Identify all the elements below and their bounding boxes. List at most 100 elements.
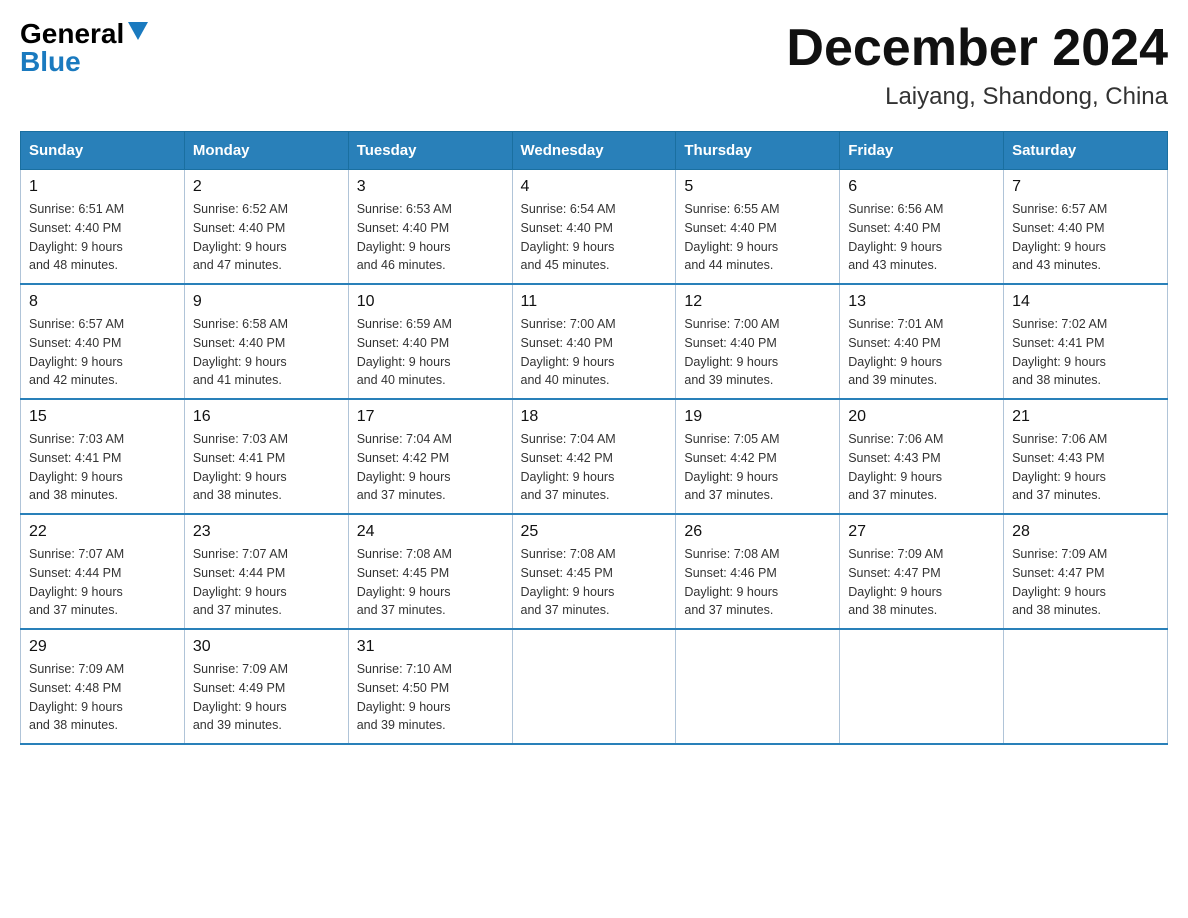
day-info: Sunrise: 6:56 AMSunset: 4:40 PMDaylight:… <box>848 200 995 275</box>
day-info: Sunrise: 6:59 AMSunset: 4:40 PMDaylight:… <box>357 315 504 390</box>
calendar-week-row: 8 Sunrise: 6:57 AMSunset: 4:40 PMDaylight… <box>21 284 1168 399</box>
calendar-cell: 5 Sunrise: 6:55 AMSunset: 4:40 PMDaylight… <box>676 170 840 285</box>
logo-blue-text: Blue <box>20 48 81 76</box>
page-header: General Blue December 2024 Laiyang, Shan… <box>20 20 1168 111</box>
day-number: 25 <box>521 523 668 541</box>
day-info: Sunrise: 7:07 AMSunset: 4:44 PMDaylight:… <box>193 545 340 620</box>
column-header-monday: Monday <box>184 132 348 170</box>
day-number: 2 <box>193 178 340 196</box>
column-header-tuesday: Tuesday <box>348 132 512 170</box>
day-number: 16 <box>193 408 340 426</box>
calendar-table: SundayMondayTuesdayWednesdayThursdayFrid… <box>20 131 1168 745</box>
day-number: 23 <box>193 523 340 541</box>
calendar-cell: 18 Sunrise: 7:04 AMSunset: 4:42 PMDayligh… <box>512 399 676 514</box>
day-number: 6 <box>848 178 995 196</box>
calendar-cell: 10 Sunrise: 6:59 AMSunset: 4:40 PMDayligh… <box>348 284 512 399</box>
calendar-cell: 6 Sunrise: 6:56 AMSunset: 4:40 PMDaylight… <box>840 170 1004 285</box>
calendar-cell: 26 Sunrise: 7:08 AMSunset: 4:46 PMDayligh… <box>676 514 840 629</box>
column-header-sunday: Sunday <box>21 132 185 170</box>
day-info: Sunrise: 7:09 AMSunset: 4:47 PMDaylight:… <box>1012 545 1159 620</box>
day-number: 27 <box>848 523 995 541</box>
calendar-cell: 19Sunrise: 7:05 AMSunset: 4:42 PMDayligh… <box>676 399 840 514</box>
calendar-cell: 24Sunrise: 7:08 AMSunset: 4:45 PMDayligh… <box>348 514 512 629</box>
day-info: Sunrise: 7:06 AMSunset: 4:43 PMDaylight:… <box>848 430 995 505</box>
logo-triangle-icon <box>128 22 148 40</box>
day-number: 4 <box>521 178 668 196</box>
calendar-cell: 27 Sunrise: 7:09 AMSunset: 4:47 PMDayligh… <box>840 514 1004 629</box>
calendar-cell: 3 Sunrise: 6:53 AMSunset: 4:40 PMDaylight… <box>348 170 512 285</box>
day-info: Sunrise: 6:53 AMSunset: 4:40 PMDaylight:… <box>357 200 504 275</box>
calendar-cell: 8 Sunrise: 6:57 AMSunset: 4:40 PMDaylight… <box>21 284 185 399</box>
day-info: Sunrise: 6:57 AMSunset: 4:40 PMDaylight:… <box>29 315 176 390</box>
day-info: Sunrise: 7:06 AMSunset: 4:43 PMDaylight:… <box>1012 430 1159 505</box>
day-number: 17 <box>357 408 504 426</box>
day-info: Sunrise: 6:52 AMSunset: 4:40 PMDaylight:… <box>193 200 340 275</box>
calendar-cell: 9Sunrise: 6:58 AMSunset: 4:40 PMDaylight… <box>184 284 348 399</box>
day-info: Sunrise: 7:04 AMSunset: 4:42 PMDaylight:… <box>521 430 668 505</box>
day-number: 7 <box>1012 178 1159 196</box>
day-number: 1 <box>29 178 176 196</box>
column-header-saturday: Saturday <box>1004 132 1168 170</box>
day-number: 18 <box>521 408 668 426</box>
calendar-cell: 22Sunrise: 7:07 AMSunset: 4:44 PMDayligh… <box>21 514 185 629</box>
day-number: 19 <box>684 408 831 426</box>
day-number: 12 <box>684 293 831 311</box>
logo: General Blue <box>20 20 148 76</box>
day-info: Sunrise: 7:00 AMSunset: 4:40 PMDaylight:… <box>521 315 668 390</box>
calendar-cell: 21 Sunrise: 7:06 AMSunset: 4:43 PMDayligh… <box>1004 399 1168 514</box>
day-number: 21 <box>1012 408 1159 426</box>
day-number: 3 <box>357 178 504 196</box>
calendar-cell <box>512 629 676 744</box>
calendar-cell: 1 Sunrise: 6:51 AMSunset: 4:40 PMDaylight… <box>21 170 185 285</box>
day-info: Sunrise: 7:08 AMSunset: 4:46 PMDaylight:… <box>684 545 831 620</box>
calendar-cell: 2 Sunrise: 6:52 AMSunset: 4:40 PMDaylight… <box>184 170 348 285</box>
day-info: Sunrise: 7:01 AMSunset: 4:40 PMDaylight:… <box>848 315 995 390</box>
calendar-cell: 15Sunrise: 7:03 AMSunset: 4:41 PMDayligh… <box>21 399 185 514</box>
calendar-cell: 17 Sunrise: 7:04 AMSunset: 4:42 PMDayligh… <box>348 399 512 514</box>
calendar-cell: 23 Sunrise: 7:07 AMSunset: 4:44 PMDayligh… <box>184 514 348 629</box>
calendar-title: December 2024 <box>786 20 1168 77</box>
day-number: 31 <box>357 638 504 656</box>
calendar-cell: 16Sunrise: 7:03 AMSunset: 4:41 PMDayligh… <box>184 399 348 514</box>
calendar-cell: 20Sunrise: 7:06 AMSunset: 4:43 PMDayligh… <box>840 399 1004 514</box>
calendar-cell <box>676 629 840 744</box>
day-info: Sunrise: 7:04 AMSunset: 4:42 PMDaylight:… <box>357 430 504 505</box>
calendar-cell <box>840 629 1004 744</box>
calendar-cell: 30 Sunrise: 7:09 AMSunset: 4:49 PMDayligh… <box>184 629 348 744</box>
calendar-cell: 7 Sunrise: 6:57 AMSunset: 4:40 PMDaylight… <box>1004 170 1168 285</box>
day-number: 14 <box>1012 293 1159 311</box>
day-info: Sunrise: 7:00 AMSunset: 4:40 PMDaylight:… <box>684 315 831 390</box>
column-header-friday: Friday <box>840 132 1004 170</box>
day-info: Sunrise: 7:09 AMSunset: 4:49 PMDaylight:… <box>193 660 340 735</box>
day-number: 13 <box>848 293 995 311</box>
calendar-cell <box>1004 629 1168 744</box>
title-block: December 2024 Laiyang, Shandong, China <box>786 20 1168 111</box>
day-info: Sunrise: 7:09 AMSunset: 4:47 PMDaylight:… <box>848 545 995 620</box>
day-info: Sunrise: 7:08 AMSunset: 4:45 PMDaylight:… <box>521 545 668 620</box>
day-number: 8 <box>29 293 176 311</box>
day-number: 10 <box>357 293 504 311</box>
day-info: Sunrise: 6:55 AMSunset: 4:40 PMDaylight:… <box>684 200 831 275</box>
logo-general-text: General <box>20 20 124 48</box>
calendar-cell: 31Sunrise: 7:10 AMSunset: 4:50 PMDayligh… <box>348 629 512 744</box>
day-number: 11 <box>521 293 668 311</box>
calendar-cell: 28 Sunrise: 7:09 AMSunset: 4:47 PMDayligh… <box>1004 514 1168 629</box>
calendar-week-row: 15Sunrise: 7:03 AMSunset: 4:41 PMDayligh… <box>21 399 1168 514</box>
day-info: Sunrise: 7:03 AMSunset: 4:41 PMDaylight:… <box>29 430 176 505</box>
day-number: 28 <box>1012 523 1159 541</box>
calendar-cell: 13 Sunrise: 7:01 AMSunset: 4:40 PMDayligh… <box>840 284 1004 399</box>
day-number: 24 <box>357 523 504 541</box>
day-info: Sunrise: 7:02 AMSunset: 4:41 PMDaylight:… <box>1012 315 1159 390</box>
day-info: Sunrise: 6:58 AMSunset: 4:40 PMDaylight:… <box>193 315 340 390</box>
calendar-cell: 25 Sunrise: 7:08 AMSunset: 4:45 PMDayligh… <box>512 514 676 629</box>
day-info: Sunrise: 6:57 AMSunset: 4:40 PMDaylight:… <box>1012 200 1159 275</box>
calendar-week-row: 29Sunrise: 7:09 AMSunset: 4:48 PMDayligh… <box>21 629 1168 744</box>
day-info: Sunrise: 6:51 AMSunset: 4:40 PMDaylight:… <box>29 200 176 275</box>
day-number: 26 <box>684 523 831 541</box>
column-header-wednesday: Wednesday <box>512 132 676 170</box>
day-number: 29 <box>29 638 176 656</box>
calendar-cell: 11 Sunrise: 7:00 AMSunset: 4:40 PMDayligh… <box>512 284 676 399</box>
day-number: 30 <box>193 638 340 656</box>
column-header-thursday: Thursday <box>676 132 840 170</box>
day-number: 5 <box>684 178 831 196</box>
